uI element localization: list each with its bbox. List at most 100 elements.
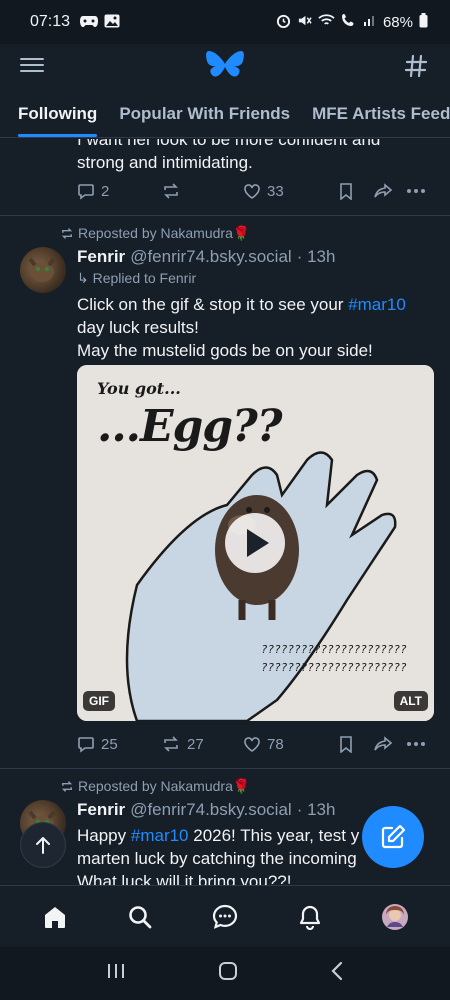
tab-following[interactable]: Following [18, 94, 98, 137]
author-name[interactable]: Fenrir [77, 800, 125, 820]
share-button[interactable] [373, 736, 407, 752]
share-icon [374, 183, 393, 198]
reposted-by-label: Reposted by Nakamudra🌹 [78, 225, 251, 241]
author-handle[interactable]: @fenrir74.bsky.social [130, 800, 292, 820]
status-time: 07:13 [30, 13, 71, 30]
author-handle[interactable]: @fenrir74.bsky.social [130, 247, 292, 267]
bookmark-icon [340, 735, 352, 753]
wifi-icon [318, 13, 335, 31]
wifi-call-icon [341, 13, 357, 31]
home-icon [44, 906, 65, 928]
like-count: 78 [267, 735, 284, 753]
post-text-segment: 2026! This year, test y [188, 826, 360, 845]
repost-button[interactable]: 27 [161, 735, 243, 753]
butterfly-logo[interactable] [205, 48, 245, 84]
heart-icon [244, 183, 260, 199]
more-icon [407, 742, 425, 746]
post-text-line: day luck results! [77, 318, 199, 337]
reply-button[interactable]: 25 [77, 735, 161, 753]
signal-icon [363, 13, 377, 31]
post-text-line: May the mustelid gods be on your side! [77, 341, 373, 360]
reply-count: 2 [101, 182, 110, 200]
compose-button[interactable] [362, 806, 424, 868]
like-button[interactable]: 33 [243, 183, 339, 200]
more-button[interactable] [407, 742, 425, 746]
nav-search[interactable] [120, 897, 160, 937]
reposted-by[interactable]: Reposted by Nakamudra🌹 [60, 225, 250, 242]
nav-home[interactable] [35, 897, 75, 937]
status-right-icons: 68% [276, 12, 428, 32]
reposted-by[interactable]: Reposted by Nakamudra🌹 [60, 778, 250, 795]
hash-icon[interactable] [404, 46, 428, 85]
chat-icon [212, 904, 238, 929]
bookmark-button[interactable] [339, 182, 373, 200]
reply-count: 25 [101, 735, 118, 753]
game-controller-icon [80, 14, 99, 31]
like-button[interactable]: 78 [243, 736, 339, 753]
post-text-segment: Happy [77, 826, 131, 845]
image-icon [104, 14, 120, 31]
home-circle-icon [219, 962, 237, 980]
feed-post[interactable]: Reposted by Nakamudra🌹 Fenrir @fenrir74.… [0, 216, 450, 769]
post-text-segment: Click on the gif & stop it to see your [77, 295, 349, 314]
reply-icon [78, 184, 94, 200]
repost-icon [61, 228, 73, 239]
bookmark-button[interactable] [339, 735, 373, 753]
gif-media[interactable]: You got... ...Egg?? ????????????????????… [77, 365, 434, 721]
replied-to[interactable]: ↳ Replied to Fenrir [77, 270, 196, 287]
status-left-icons [80, 14, 120, 31]
search-icon [128, 905, 152, 928]
gif-question-line: ?????????????????????? [261, 643, 407, 656]
reply-button[interactable]: 2 [77, 182, 161, 200]
hashtag-link[interactable]: #mar10 [131, 826, 189, 845]
scroll-to-top-button[interactable] [20, 822, 66, 868]
gif-question-line: ?????????????????????? [261, 661, 407, 674]
nav-profile[interactable] [375, 897, 415, 937]
author-name[interactable]: Fenrir [77, 247, 125, 267]
post-time: · 13h [296, 800, 336, 819]
compose-icon [381, 824, 406, 849]
tab-mfe-artists-feed[interactable]: MFE Artists Feed [312, 94, 450, 137]
home-button[interactable] [218, 961, 238, 986]
tab-popular-with-friends[interactable]: Popular With Friends [119, 94, 290, 137]
feed-post[interactable]: I want her look to be more confident and… [0, 139, 450, 216]
alarm-icon [276, 13, 291, 32]
recent-apps-button[interactable] [106, 962, 126, 985]
arrow-up-icon [36, 837, 50, 854]
profile-avatar-icon [382, 903, 409, 930]
post-text-line: strong and intimidating. [77, 153, 253, 172]
back-button[interactable] [330, 961, 344, 986]
repost-icon [164, 183, 178, 199]
post-author[interactable]: Fenrir @fenrir74.bsky.social · 13h [77, 800, 335, 820]
replied-to-label: Replied to Fenrir [92, 270, 197, 286]
system-nav-bar [0, 947, 450, 1000]
back-icon [331, 961, 343, 981]
more-button[interactable] [407, 189, 425, 193]
gif-caption-main: ...Egg?? [97, 401, 283, 452]
share-button[interactable] [373, 183, 407, 199]
post-author[interactable]: Fenrir @fenrir74.bsky.social · 13h [77, 247, 335, 267]
post-time: · 13h [296, 247, 336, 266]
repost-count: 27 [187, 735, 204, 753]
reply-icon [78, 737, 94, 753]
post-text-line: I want her look to be more confident and [77, 139, 381, 149]
reposted-by-label: Reposted by Nakamudra🌹 [78, 778, 251, 794]
post-actions: 2 33 [77, 175, 434, 207]
app-header [0, 44, 450, 94]
repost-button[interactable] [161, 182, 243, 200]
battery-level: 68% [382, 13, 413, 31]
gif-badge: GIF [83, 691, 115, 711]
like-count: 33 [267, 182, 284, 200]
bottom-nav [0, 885, 450, 947]
post-text: Click on the gif & stop it to see your #… [77, 293, 437, 362]
play-button[interactable] [225, 513, 285, 573]
nav-notifications[interactable] [290, 897, 330, 937]
alt-badge[interactable]: ALT [393, 691, 428, 711]
post-actions: 25 27 78 [77, 728, 434, 760]
hamburger-icon[interactable] [20, 54, 44, 74]
avatar[interactable] [20, 247, 66, 293]
hashtag-link[interactable]: #mar10 [348, 295, 406, 314]
feed[interactable]: I want her look to be more confident and… [0, 139, 450, 885]
gif-caption-top: You got... [97, 379, 181, 398]
nav-chat[interactable] [205, 897, 245, 937]
